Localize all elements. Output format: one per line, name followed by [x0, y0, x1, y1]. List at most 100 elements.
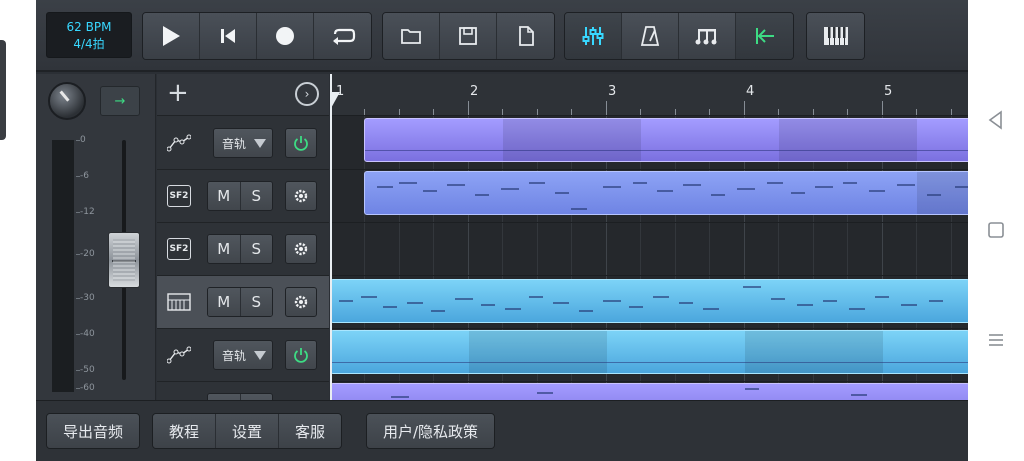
track-lane[interactable]: [330, 223, 968, 276]
export-audio-button[interactable]: 导出音频: [47, 414, 140, 448]
save-icon: [459, 27, 477, 45]
mixer-sliders-icon: [582, 27, 604, 45]
track-lane[interactable]: [330, 170, 968, 223]
file-group: [382, 12, 555, 60]
power-toggle[interactable]: [285, 340, 317, 370]
music-notes-icon: [695, 29, 717, 45]
new-file-button[interactable]: [497, 13, 554, 59]
chevron-right-icon: ›: [304, 87, 310, 101]
track-row[interactable]: SF2 MS: [157, 170, 329, 223]
edge-handle[interactable]: [0, 40, 6, 140]
volume-fader-handle[interactable]: [108, 232, 140, 288]
record-icon: [276, 27, 294, 45]
time-signature: 4/4拍: [73, 37, 105, 51]
arrangement-timeline[interactable]: 1 2 3 4 5: [330, 74, 968, 400]
piano-group: [806, 12, 865, 60]
mute-solo-group: MS: [207, 234, 273, 264]
mute-button[interactable]: M: [208, 288, 241, 316]
track-lane[interactable]: [330, 117, 968, 170]
open-button[interactable]: [383, 13, 440, 59]
scroll-right-button[interactable]: ›: [295, 82, 319, 106]
automation-icon: [167, 132, 191, 154]
gear-icon: [294, 295, 308, 309]
piano-button[interactable]: [807, 13, 864, 59]
sf2-icon: SF2: [167, 238, 191, 260]
track-row[interactable]: 音轨: [157, 329, 329, 382]
automation-target-select[interactable]: 音轨: [213, 128, 273, 158]
midi-clip[interactable]: [330, 279, 968, 323]
system-nav-bar: [968, 0, 1024, 461]
scale-0: 0: [80, 135, 86, 145]
play-icon: [163, 26, 180, 46]
bar-ruler[interactable]: 1 2 3 4 5: [330, 74, 968, 116]
midi-clip[interactable]: [364, 171, 968, 215]
track-row[interactable]: 音轨: [157, 117, 329, 170]
folder-icon: [401, 29, 421, 44]
output-route-button[interactable]: →: [100, 86, 140, 116]
file-icon: [518, 26, 534, 46]
metronome-button[interactable]: [622, 13, 679, 59]
automation-clip[interactable]: [364, 118, 968, 162]
gear-icon: [294, 189, 308, 203]
piano-keys-icon: [823, 27, 848, 45]
privacy-group: 用户/隐私政策: [366, 413, 496, 449]
dropdown-label: 音轨: [222, 348, 247, 363]
mixer-view-button[interactable]: [565, 13, 622, 59]
add-track-button[interactable]: +: [167, 80, 189, 106]
privacy-policy-button[interactable]: 用户/隐私政策: [367, 414, 495, 448]
automation-clip[interactable]: [330, 330, 968, 374]
master-pan-knob[interactable]: [48, 82, 86, 120]
scale-30: -30: [80, 293, 95, 303]
playhead[interactable]: [330, 74, 332, 400]
solo-button[interactable]: S: [240, 235, 272, 263]
automation-target-select[interactable]: 音轨: [213, 340, 273, 370]
skip-back-icon: [221, 29, 235, 43]
track-lane[interactable]: [330, 329, 968, 382]
bar-number: 2: [470, 84, 479, 99]
track-lane[interactable]: [330, 382, 968, 400]
power-toggle[interactable]: [285, 128, 317, 158]
bar-number: 4: [746, 84, 755, 99]
scale-12: -12: [80, 207, 95, 217]
solo-button[interactable]: S: [240, 288, 272, 316]
gear-icon: [294, 242, 308, 256]
menu-icon[interactable]: [986, 330, 1006, 350]
mute-button[interactable]: M: [208, 235, 241, 263]
notes-button[interactable]: [679, 13, 736, 59]
top-toolbar: 62 BPM 4/4拍: [36, 0, 968, 72]
midi-clip[interactable]: [330, 383, 968, 400]
dropdown-arrow-icon: [254, 139, 266, 148]
settings-button[interactable]: 设置: [216, 414, 280, 448]
track-settings-button[interactable]: [285, 234, 317, 264]
track-settings-button[interactable]: [285, 287, 317, 317]
arrow-to-start-icon: [755, 28, 774, 44]
power-icon: [294, 136, 308, 151]
track-row[interactable]: SF2 MS: [157, 223, 329, 276]
level-meter: [52, 140, 74, 392]
solo-button[interactable]: S: [240, 182, 272, 210]
playhead-marker-icon[interactable]: [330, 92, 340, 110]
sf2-icon: SF2: [167, 185, 191, 207]
track-settings-button[interactable]: [285, 181, 317, 211]
track-list-header: + ›: [157, 74, 329, 116]
mute-button[interactable]: M: [208, 182, 241, 210]
track-lane-selected[interactable]: [330, 276, 968, 329]
back-icon[interactable]: [986, 110, 1006, 130]
return-start-button[interactable]: [736, 13, 793, 59]
save-button[interactable]: [440, 13, 497, 59]
record-button[interactable]: [257, 13, 314, 59]
view-group: [564, 12, 794, 60]
route-arrow-icon: →: [114, 93, 126, 109]
support-button[interactable]: 客服: [279, 414, 342, 448]
screen-edge: [0, 0, 36, 461]
tempo-display[interactable]: 62 BPM 4/4拍: [46, 12, 132, 58]
home-icon[interactable]: [986, 220, 1006, 240]
bottom-bar: 导出音频 教程 设置 客服 用户/隐私政策: [36, 400, 968, 461]
play-button[interactable]: [143, 13, 200, 59]
rewind-button[interactable]: [200, 13, 257, 59]
scale-50: -50: [80, 365, 95, 375]
loop-button[interactable]: [314, 13, 371, 59]
track-row-selected[interactable]: MS: [157, 276, 329, 329]
scale-60: -60: [80, 383, 95, 393]
tutorial-button[interactable]: 教程: [153, 414, 217, 448]
